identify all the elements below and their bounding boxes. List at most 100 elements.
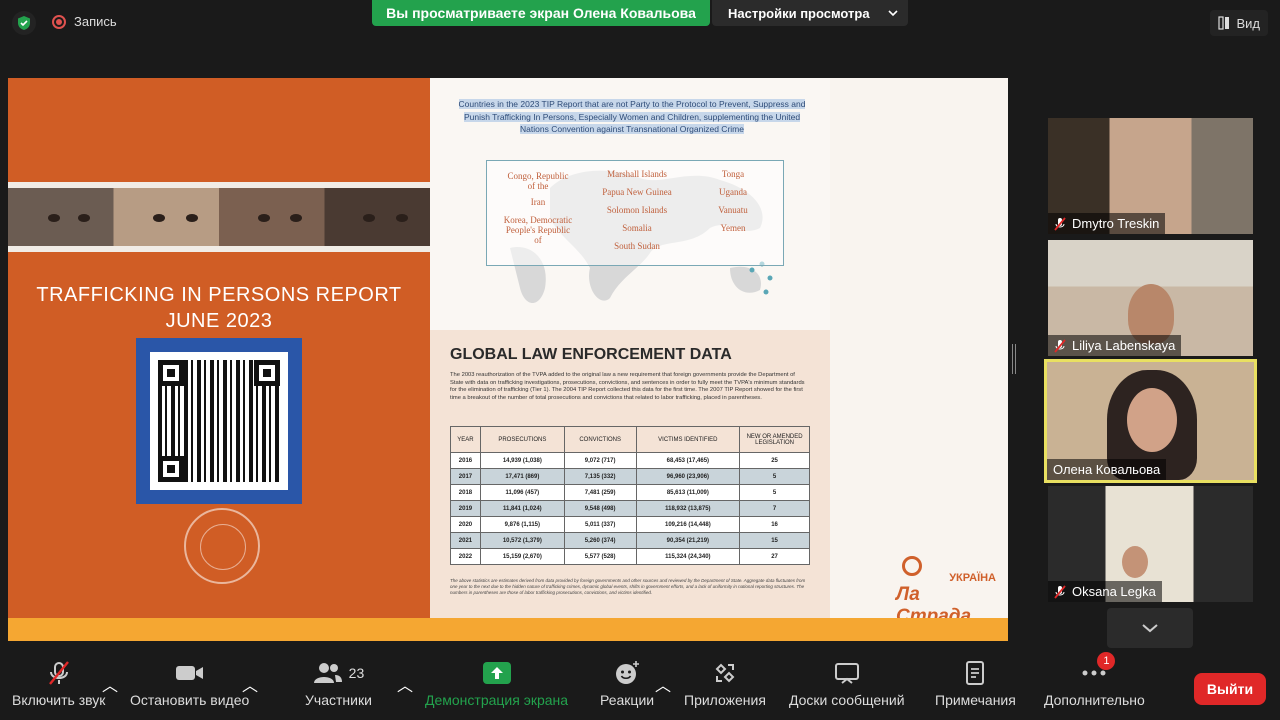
more-label: Дополнительно	[1044, 692, 1145, 708]
participant-name: Олена Ковальова	[1053, 462, 1161, 477]
country-label: Iran	[530, 197, 546, 207]
tip-report-date: JUNE 2023	[165, 310, 273, 332]
participant-name: Dmytro Treskin	[1072, 216, 1160, 231]
participant-name: Oksana Legka	[1072, 584, 1156, 599]
scroll-participants-down-button[interactable]	[1107, 608, 1193, 648]
apps-button[interactable]: Приложения	[684, 660, 766, 708]
apps-icon	[713, 660, 737, 686]
table-row: 2021 10,572 (1,379) 5,260 (374) 90,354 (21,…	[450, 532, 810, 549]
reactions-label: Реакции	[600, 692, 655, 708]
table-row: 2017 17,471 (869) 7,135 (332) 96,960 (23,90…	[450, 468, 810, 485]
country-label: Somalia	[622, 223, 652, 233]
chevron-down-icon	[1142, 624, 1158, 633]
mic-muted-icon	[1054, 216, 1066, 231]
view-options-dropdown[interactable]: Настройки просмотра	[712, 0, 908, 26]
table-row: 2016 14,939 (1,038) 9,072 (717) 68,453 (17,…	[450, 452, 810, 469]
country-label: Congo, Republic of the	[507, 171, 569, 191]
notes-button[interactable]: Примечания	[935, 660, 1016, 708]
notes-label: Примечания	[935, 692, 1016, 708]
la-strada-logo: УКРАЇНА Ла Страда	[896, 554, 1004, 627]
smiley-icon	[614, 660, 640, 686]
chevron-up-icon[interactable]: ︿	[102, 672, 118, 696]
table-header: PROSECUTIONS	[479, 426, 565, 453]
table-row: 2020 9,876 (1,115) 5,011 (337) 109,216 (14,…	[450, 516, 810, 533]
country-label: Yemen	[720, 223, 746, 233]
whiteboard-icon	[834, 660, 860, 686]
top-bar: Запись Вы просматриваете экран Олена Ков…	[0, 0, 1280, 46]
panel-resize-handle[interactable]	[1012, 344, 1016, 374]
more-dots-icon	[1082, 670, 1106, 676]
screen-share-banner: Вы просматриваете экран Олена Ковальова	[372, 0, 710, 26]
unmute-button[interactable]: Включить звук	[12, 660, 105, 708]
meeting-toolbar: Включить звук ︿ Остановить видео ︿ 23 Уч…	[0, 650, 1280, 720]
grid-view-icon	[1218, 16, 1230, 30]
recording-label: Запись	[74, 14, 117, 29]
country-label: South Sudan	[614, 241, 660, 251]
table-header: CONVICTIONS	[563, 426, 637, 453]
table-header: VICTIMS IDENTIFIED	[635, 426, 741, 453]
country-label: Uganda	[719, 187, 747, 197]
slide-right-panel: УКРАЇНА Ла Страда	[830, 78, 1008, 627]
tip-report-cover: TRAFFICKING IN PERSONS REPORT JUNE 2023	[8, 78, 430, 618]
reactions-button[interactable]: Реакции	[600, 660, 654, 708]
country-label: Papua New Guinea	[602, 187, 672, 197]
stop-video-label: Остановить видео	[130, 692, 250, 708]
logo-country: УКРАЇНА	[949, 572, 996, 584]
chevron-up-icon[interactable]: ︿	[242, 672, 258, 696]
country-label: Korea, Democratic People's Republic of	[503, 215, 573, 245]
share-screen-button[interactable]: Демонстрация экрана	[425, 660, 568, 708]
security-shield-icon[interactable]	[12, 11, 36, 35]
country-label: Marshall Islands	[607, 169, 667, 179]
chevron-up-icon[interactable]: ︿	[655, 672, 671, 696]
country-label: Vanuatu	[718, 205, 748, 215]
share-screen-label: Демонстрация экрана	[425, 692, 569, 708]
table-header: YEAR	[450, 426, 481, 453]
video-camera-icon	[175, 660, 205, 686]
faces-photo-strip	[8, 182, 430, 252]
participant-tile[interactable]: Dmytro Treskin	[1048, 118, 1253, 234]
shared-screen: TRAFFICKING IN PERSONS REPORT JUNE 2023 …	[8, 78, 1008, 641]
law-enforcement-table: YEAR PROSECUTIONS CONVICTIONS VICTIMS ID…	[450, 426, 810, 565]
slide-bottom-band	[8, 618, 1008, 641]
countries-box: Congo, Republic of the Iran Korea, Democ…	[486, 160, 784, 266]
table-row: 2019 11,841 (1,024) 9,548 (498) 118,932 (13…	[450, 500, 810, 517]
participant-tile[interactable]: Liliya Labenskaya	[1048, 240, 1253, 356]
law-enforcement-title: GLOBAL LAW ENFORCEMENT DATA	[450, 346, 732, 363]
table-row: 2022 15,159 (2,670) 5,577 (528) 115,324 (24…	[450, 548, 810, 565]
law-enforcement-text: The 2003 reauthorization of the TVPA add…	[450, 372, 805, 401]
participants-count: 23	[348, 665, 365, 681]
view-button[interactable]: Вид	[1210, 10, 1268, 36]
la-strada-mark-icon	[902, 556, 922, 576]
whiteboards-button[interactable]: Доски сообщений	[789, 660, 905, 708]
participants-icon	[313, 663, 342, 683]
whiteboards-label: Доски сообщений	[789, 692, 905, 708]
table-row: 2018 11,096 (457) 7,481 (259) 85,613 (11,00…	[450, 484, 810, 501]
active-speaker-tile[interactable]: Олена Ковальова	[1044, 359, 1257, 483]
more-button[interactable]: 1 Дополнительно	[1044, 652, 1145, 708]
law-enforcement-section: GLOBAL LAW ENFORCEMENT DATA The 2003 rea…	[430, 330, 830, 618]
recording-indicator[interactable]: Запись	[52, 14, 117, 29]
participant-name: Liliya Labenskaya	[1072, 338, 1176, 353]
stop-video-button[interactable]: Остановить видео	[130, 660, 249, 708]
tip-report-title: TRAFFICKING IN PERSONS REPORT	[36, 284, 402, 306]
view-options-label: Настройки просмотра	[728, 5, 870, 21]
chevron-up-icon[interactable]: ︿	[397, 672, 413, 696]
participant-tile[interactable]: Oksana Legka	[1048, 486, 1253, 602]
notification-badge: 1	[1097, 652, 1116, 670]
apps-label: Приложения	[684, 692, 766, 708]
qr-code	[136, 338, 302, 504]
participants-button[interactable]: 23 Участники	[305, 660, 372, 708]
country-label: Solomon Islands	[606, 205, 668, 215]
participants-label: Участники	[305, 692, 372, 708]
law-enforcement-note: The above statistics are estimates deriv…	[450, 578, 806, 595]
mic-muted-icon	[1054, 584, 1066, 599]
share-screen-icon	[482, 660, 511, 686]
view-label: Вид	[1236, 15, 1260, 31]
leave-meeting-button[interactable]: Выйти	[1194, 673, 1266, 705]
unmute-label: Включить звук	[12, 692, 106, 708]
unparty-heading: Countries in the 2023 TIP Report that ar…	[458, 99, 806, 134]
slide-data-page: Countries in the 2023 TIP Report that ar…	[430, 78, 830, 618]
country-label: Tonga	[721, 169, 745, 179]
chevron-down-icon	[888, 10, 898, 17]
record-icon	[52, 14, 66, 29]
